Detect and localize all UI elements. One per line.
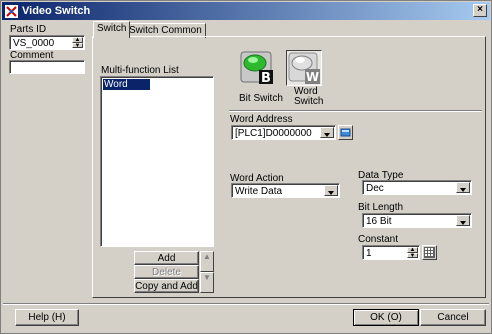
bit-length-value: 16 Bit bbox=[366, 216, 392, 227]
video-switch-dialog: Video Switch × Parts ID VS_0000 ▲ ▼ Comm… bbox=[0, 0, 492, 334]
bit-switch-button[interactable]: B bbox=[239, 50, 275, 86]
move-up-button[interactable]: ▲ bbox=[200, 251, 214, 272]
chevron-down-icon[interactable] bbox=[320, 127, 334, 138]
bit-switch-icon: B bbox=[240, 51, 273, 86]
word-action-value: Write Data bbox=[235, 186, 283, 197]
list-item[interactable]: Word Switch bbox=[103, 79, 150, 101]
tab-switch[interactable]: Switch bbox=[93, 21, 131, 38]
address-input-button[interactable] bbox=[338, 125, 353, 140]
spin-down-icon[interactable]: ▼ bbox=[72, 42, 83, 48]
parts-id-label: Parts ID bbox=[10, 24, 47, 35]
constant-spinner[interactable]: ▲ ▼ bbox=[407, 247, 418, 258]
word-switch-icon: W bbox=[288, 52, 320, 84]
parts-id-value: VS_0000 bbox=[13, 38, 55, 49]
calculator-icon bbox=[424, 247, 435, 258]
multifunction-listbox[interactable]: Word Switch bbox=[100, 76, 214, 247]
chevron-down-icon[interactable] bbox=[456, 182, 470, 193]
word-address-value: [PLC1]D0000000 bbox=[235, 128, 312, 139]
constant-value: 1 bbox=[366, 248, 372, 259]
copy-and-add-button[interactable]: Copy and Add bbox=[134, 279, 199, 293]
parts-id-field[interactable]: VS_0000 ▲ ▼ bbox=[9, 35, 85, 50]
keypad-icon bbox=[340, 128, 351, 137]
help-button[interactable]: Help (H) bbox=[15, 309, 79, 326]
parts-id-spinner[interactable]: ▲ ▼ bbox=[72, 37, 83, 48]
ok-button[interactable]: OK (O) bbox=[353, 309, 419, 326]
bit-length-label: Bit Length bbox=[358, 202, 404, 213]
chevron-down-icon[interactable] bbox=[456, 215, 470, 226]
word-address-dropdown[interactable]: [PLC1]D0000000 bbox=[231, 125, 336, 140]
constant-field[interactable]: 1 ▲ ▼ bbox=[362, 245, 420, 260]
spin-down-icon[interactable]: ▼ bbox=[407, 252, 418, 258]
chevron-down-icon[interactable] bbox=[324, 185, 338, 196]
arrow-up-icon: ▲ bbox=[203, 252, 211, 261]
move-down-button[interactable]: ▼ bbox=[200, 272, 214, 293]
word-switch-label: Word Switch bbox=[294, 86, 324, 107]
word-address-label: Word Address bbox=[230, 114, 293, 125]
constant-keypad-button[interactable] bbox=[422, 245, 437, 260]
delete-button[interactable]: Delete bbox=[134, 265, 199, 279]
footer-divider bbox=[3, 303, 489, 305]
title-bar[interactable]: Video Switch × bbox=[2, 2, 490, 20]
close-button[interactable]: × bbox=[473, 4, 487, 17]
data-type-dropdown[interactable]: Dec bbox=[362, 180, 472, 195]
comment-field[interactable] bbox=[9, 60, 85, 74]
word-action-dropdown[interactable]: Write Data bbox=[231, 183, 340, 198]
word-switch-button[interactable]: W bbox=[286, 50, 322, 86]
cancel-button[interactable]: Cancel bbox=[420, 309, 486, 326]
bit-switch-label: Bit Switch bbox=[239, 93, 283, 104]
svg-text:B: B bbox=[261, 71, 271, 86]
svg-text:W: W bbox=[306, 70, 319, 84]
section-divider bbox=[229, 110, 482, 112]
window-title: Video Switch bbox=[22, 5, 91, 17]
arrow-down-icon: ▼ bbox=[203, 273, 211, 282]
add-button[interactable]: Add bbox=[134, 251, 199, 265]
video-switch-app-icon bbox=[5, 4, 18, 18]
multifunction-list-label: Multi-function List bbox=[101, 65, 179, 76]
data-type-value: Dec bbox=[366, 183, 384, 194]
bit-length-dropdown[interactable]: 16 Bit bbox=[362, 213, 472, 228]
constant-label: Constant bbox=[358, 234, 399, 245]
